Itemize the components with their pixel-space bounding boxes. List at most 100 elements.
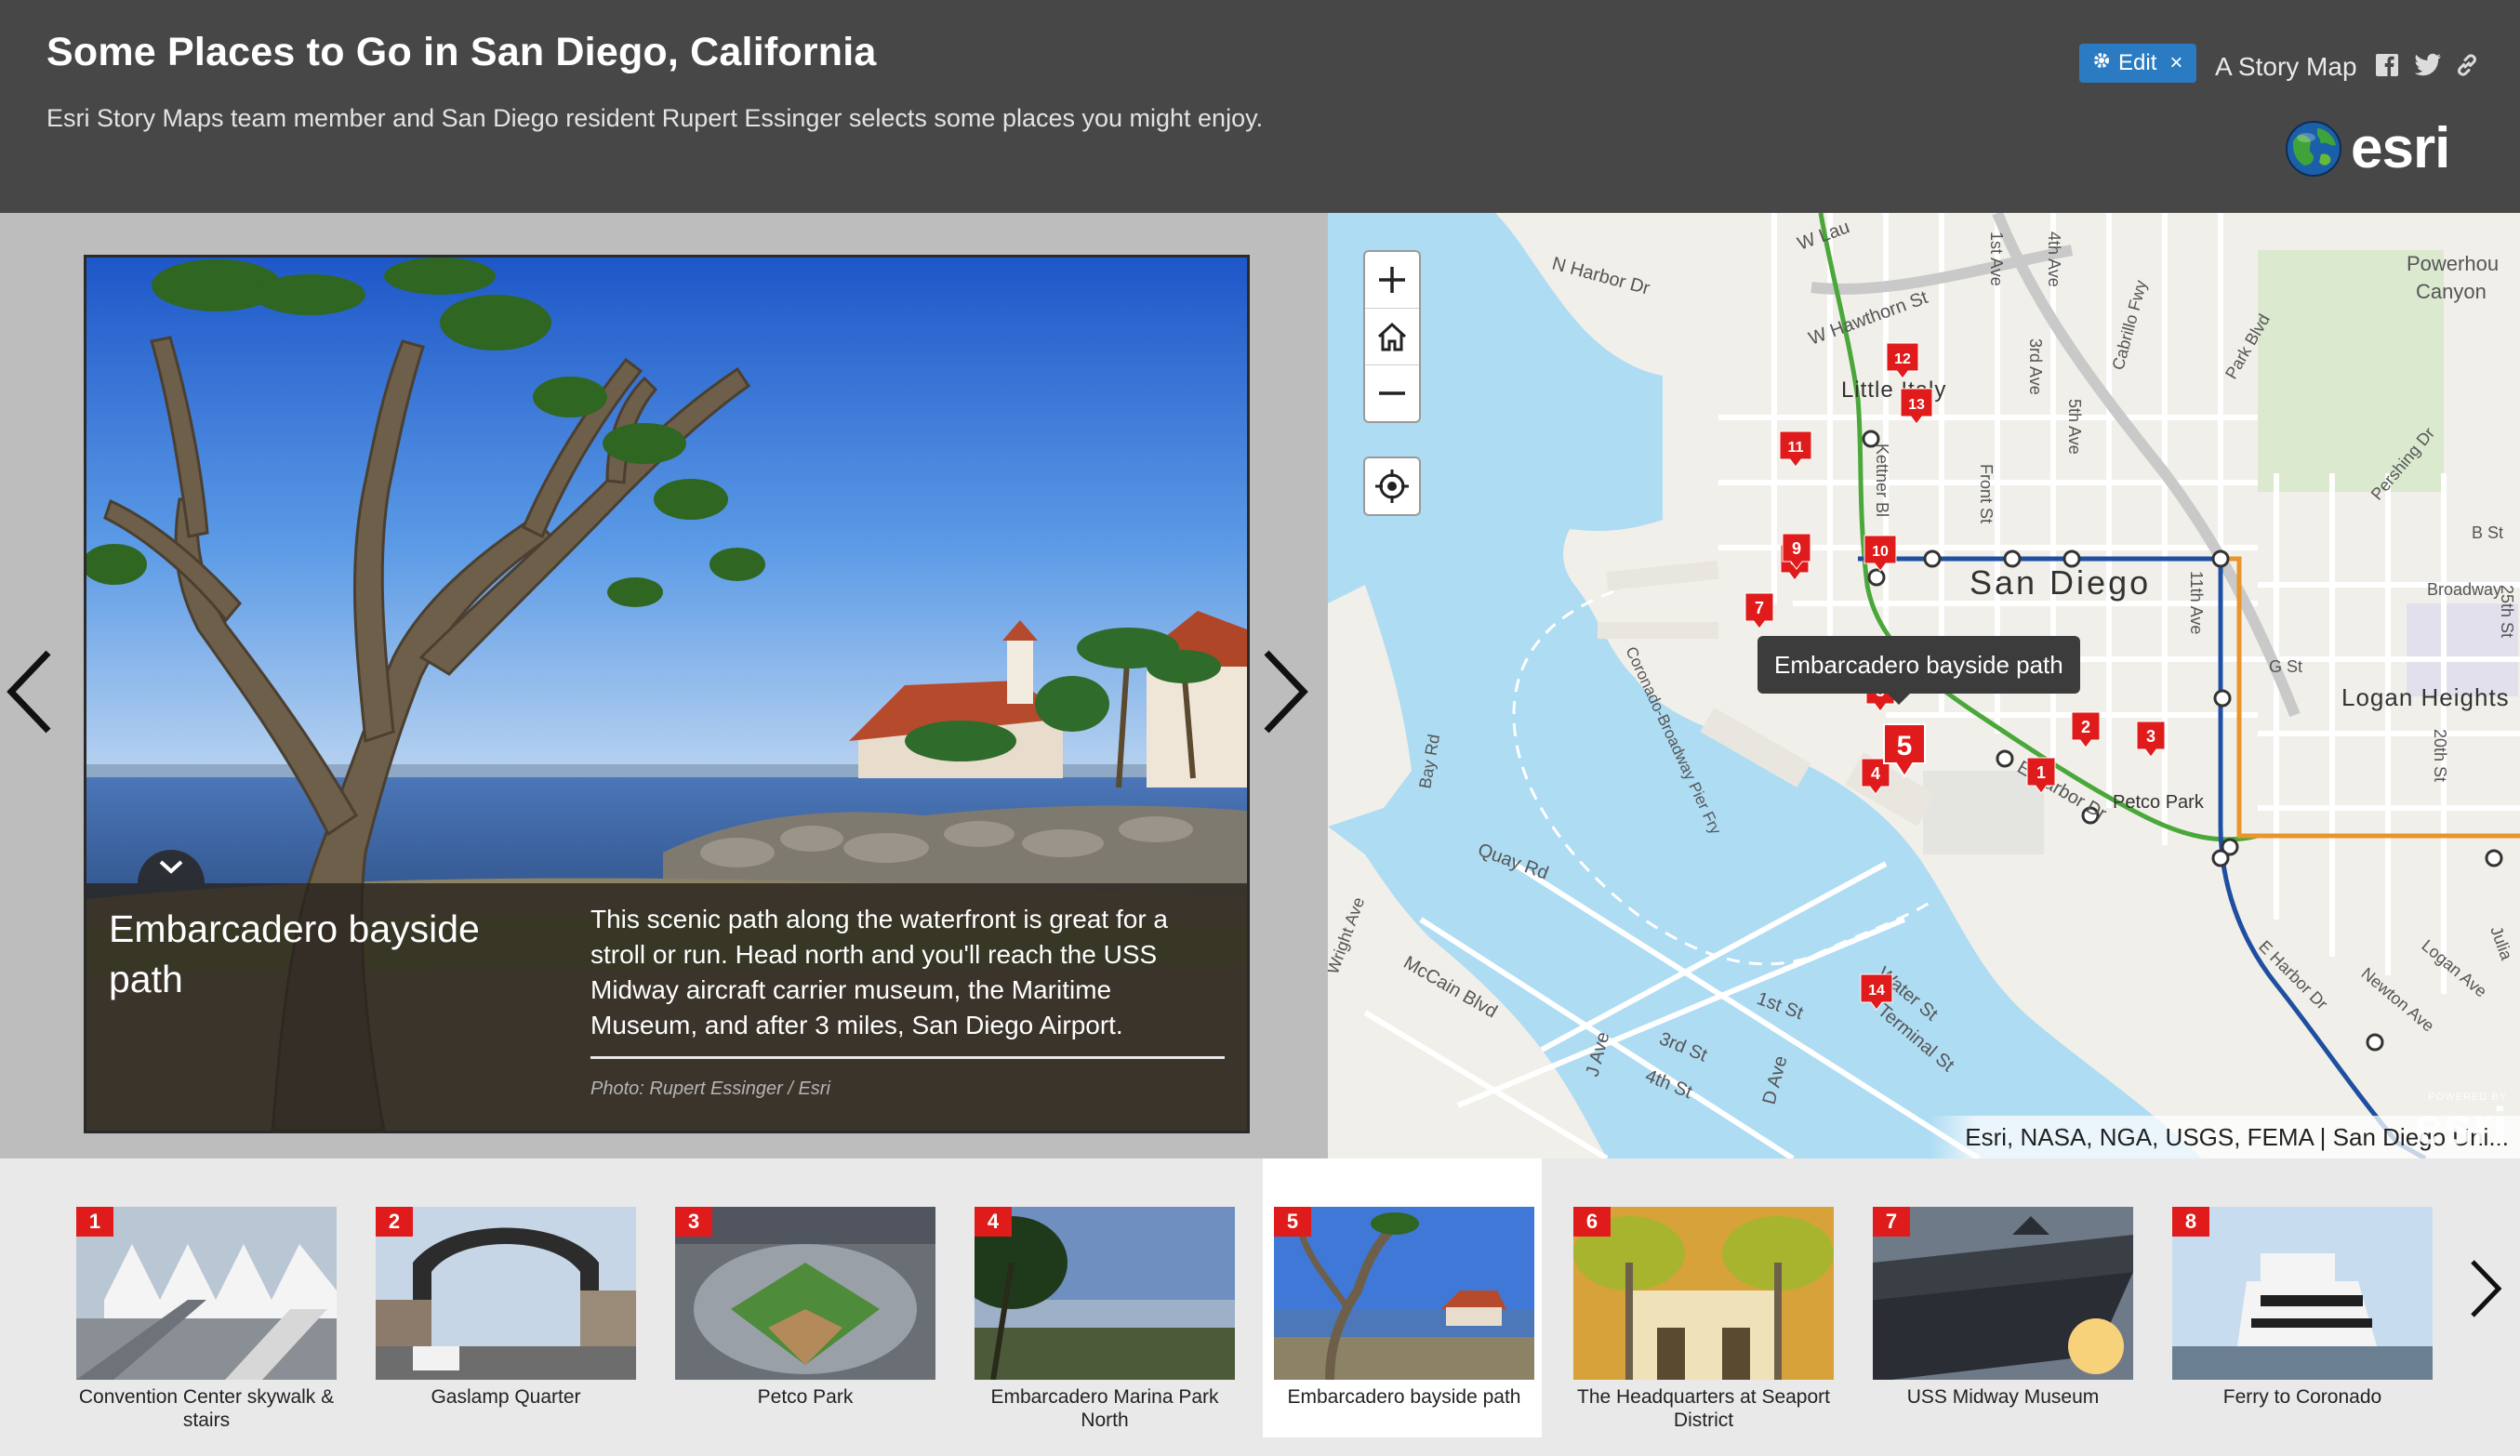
gear-icon xyxy=(2092,50,2111,76)
story-map-label[interactable]: A Story Map xyxy=(2215,52,2357,82)
item-number: 3 xyxy=(675,1207,712,1237)
label-powerhouse-2: Canyon xyxy=(2416,280,2487,303)
carousel-item[interactable]: 7 USS Midway Museum xyxy=(1862,1158,2141,1437)
label-broadway: Broadway xyxy=(2427,580,2501,599)
esri-wordmark: esri xyxy=(2351,116,2450,180)
svg-text:2: 2 xyxy=(2081,718,2090,736)
next-button[interactable] xyxy=(1257,645,1313,738)
svg-text:14: 14 xyxy=(1868,983,1885,999)
label-3rd-ave: 3rd Ave xyxy=(2026,338,2045,395)
item-label: Convention Center skywalk & stairs xyxy=(78,1386,335,1431)
label-g-st: G St xyxy=(2269,657,2302,676)
item-number: 6 xyxy=(1573,1207,1611,1237)
label-11th-ave: 11th Ave xyxy=(2187,571,2206,634)
svg-text:7: 7 xyxy=(1755,599,1764,617)
link-icon[interactable] xyxy=(2453,50,2481,80)
thumbnail-image xyxy=(1873,1207,2133,1380)
label-25th-st: 25th St xyxy=(2498,585,2516,638)
carousel-next-button[interactable] xyxy=(2462,1233,2509,1344)
home-icon xyxy=(1377,322,1407,351)
label-logan-heights: Logan Heights xyxy=(2341,683,2510,711)
item-number: 1 xyxy=(76,1207,113,1237)
caption-description: This scenic path along the waterfront is… xyxy=(590,905,1168,1039)
chevron-left-icon xyxy=(7,650,51,734)
item-number: 5 xyxy=(1274,1207,1311,1237)
item-label: Gaslamp Quarter xyxy=(431,1386,581,1408)
zoom-out-button[interactable] xyxy=(1365,365,1419,421)
chevron-right-icon xyxy=(2471,1260,2502,1317)
label-b-st: B St xyxy=(2472,523,2503,542)
twitter-icon[interactable] xyxy=(2414,50,2442,80)
caption-panel: Embarcadero bayside path This scenic pat… xyxy=(86,850,1247,1131)
svg-text:1: 1 xyxy=(2036,763,2046,782)
svg-text:4: 4 xyxy=(1871,764,1880,783)
svg-text:3: 3 xyxy=(2146,727,2155,746)
edit-button[interactable]: Edit × xyxy=(2079,44,2196,83)
label-20th-st: 20th St xyxy=(2431,729,2449,782)
carousel-item[interactable]: 4 Embarcadero Marina Park North xyxy=(963,1158,1242,1437)
item-label: Embarcadero Marina Park North xyxy=(990,1386,1219,1431)
facebook-icon[interactable] xyxy=(2373,50,2401,80)
item-label: Petco Park xyxy=(757,1386,854,1408)
svg-text:13: 13 xyxy=(1908,397,1925,413)
label-5th-ave: 5th Ave xyxy=(2065,399,2084,455)
map-view[interactable]: San Diego Little Italy Logan Heights Pet… xyxy=(1328,213,2520,1158)
thumbnail-image xyxy=(1573,1207,1834,1380)
carousel-item[interactable]: 2 Gaslamp Quarter xyxy=(365,1158,643,1437)
label-san-diego: San Diego xyxy=(1970,563,2151,602)
crosshair-icon xyxy=(1375,470,1409,503)
powered-by-esri[interactable]: POWERED BY esri xyxy=(2414,1092,2507,1152)
locate-control xyxy=(1363,457,1421,516)
chevron-right-icon xyxy=(1264,650,1308,734)
map-tooltip: Embarcadero bayside path xyxy=(1757,636,2080,705)
carousel-item[interactable]: 3 Petco Park xyxy=(664,1158,943,1437)
zoom-in-button[interactable] xyxy=(1365,252,1419,309)
item-number: 2 xyxy=(376,1207,413,1237)
caption-title: Embarcadero bayside path xyxy=(109,907,480,1000)
chevron-down-icon xyxy=(159,860,183,874)
label-petco-park: Petco Park xyxy=(2113,792,2205,813)
zoom-controls xyxy=(1363,250,1421,423)
thumbnail-image xyxy=(1274,1207,1534,1380)
svg-text:12: 12 xyxy=(1894,351,1911,367)
places-carousel: 1 Convention Center skywalk & stairs 2 G… xyxy=(0,1158,2520,1456)
carousel-item[interactable]: 1 Convention Center skywalk & stairs xyxy=(65,1158,344,1437)
item-number: 8 xyxy=(2172,1207,2209,1237)
label-front-st: Front St xyxy=(1977,464,1996,523)
item-number: 7 xyxy=(1873,1207,1910,1237)
thumbnail-image xyxy=(2172,1207,2433,1380)
carousel-item[interactable]: 8 Ferry to Coronado xyxy=(2161,1158,2440,1437)
label-4th-ave: 4th Ave xyxy=(2045,232,2063,287)
item-number: 4 xyxy=(975,1207,1012,1237)
item-label: Embarcadero bayside path xyxy=(1287,1386,1521,1408)
close-icon[interactable]: × xyxy=(2169,50,2182,76)
thumbnail-image xyxy=(76,1207,337,1380)
thumbnail-image xyxy=(975,1207,1235,1380)
svg-text:11: 11 xyxy=(1788,440,1804,456)
page-subtitle: Esri Story Maps team member and San Dieg… xyxy=(46,104,1264,132)
globe-icon xyxy=(2286,120,2341,177)
label-1st-ave: 1st Ave xyxy=(1987,232,2006,286)
photo-credit: Photo: Rupert Essinger / Esri xyxy=(590,1079,830,1099)
thumbnail-image xyxy=(675,1207,935,1380)
item-label: USS Midway Museum xyxy=(1906,1386,2100,1408)
label-kettner: Kettner Bl xyxy=(1873,443,1891,517)
svg-text:9: 9 xyxy=(1792,539,1801,558)
story-header: Some Places to Go in San Diego, Californ… xyxy=(0,0,2520,213)
item-label: Ferry to Coronado xyxy=(2222,1386,2382,1408)
item-label: The Headquarters at Seaport District xyxy=(1577,1386,1830,1431)
previous-button[interactable] xyxy=(2,645,58,738)
locate-button[interactable] xyxy=(1365,458,1419,514)
label-powerhouse-1: Powerhou xyxy=(2407,252,2499,275)
esri-logo[interactable]: esri xyxy=(2284,115,2450,181)
carousel-item-active[interactable]: 5 Embarcadero bayside path xyxy=(1263,1158,1542,1437)
svg-text:5: 5 xyxy=(1897,731,1913,761)
main-photo: Embarcadero bayside path This scenic pat… xyxy=(84,255,1250,1133)
edit-button-label: Edit xyxy=(2118,50,2157,75)
thumbnail-image xyxy=(376,1207,636,1380)
carousel-item[interactable]: 6 The Headquarters at Seaport District xyxy=(1562,1158,1841,1437)
page-title: Some Places to Go in San Diego, Californ… xyxy=(46,30,877,74)
home-button[interactable] xyxy=(1365,309,1419,365)
svg-text:10: 10 xyxy=(1872,544,1889,560)
caption-divider xyxy=(590,1056,1225,1059)
